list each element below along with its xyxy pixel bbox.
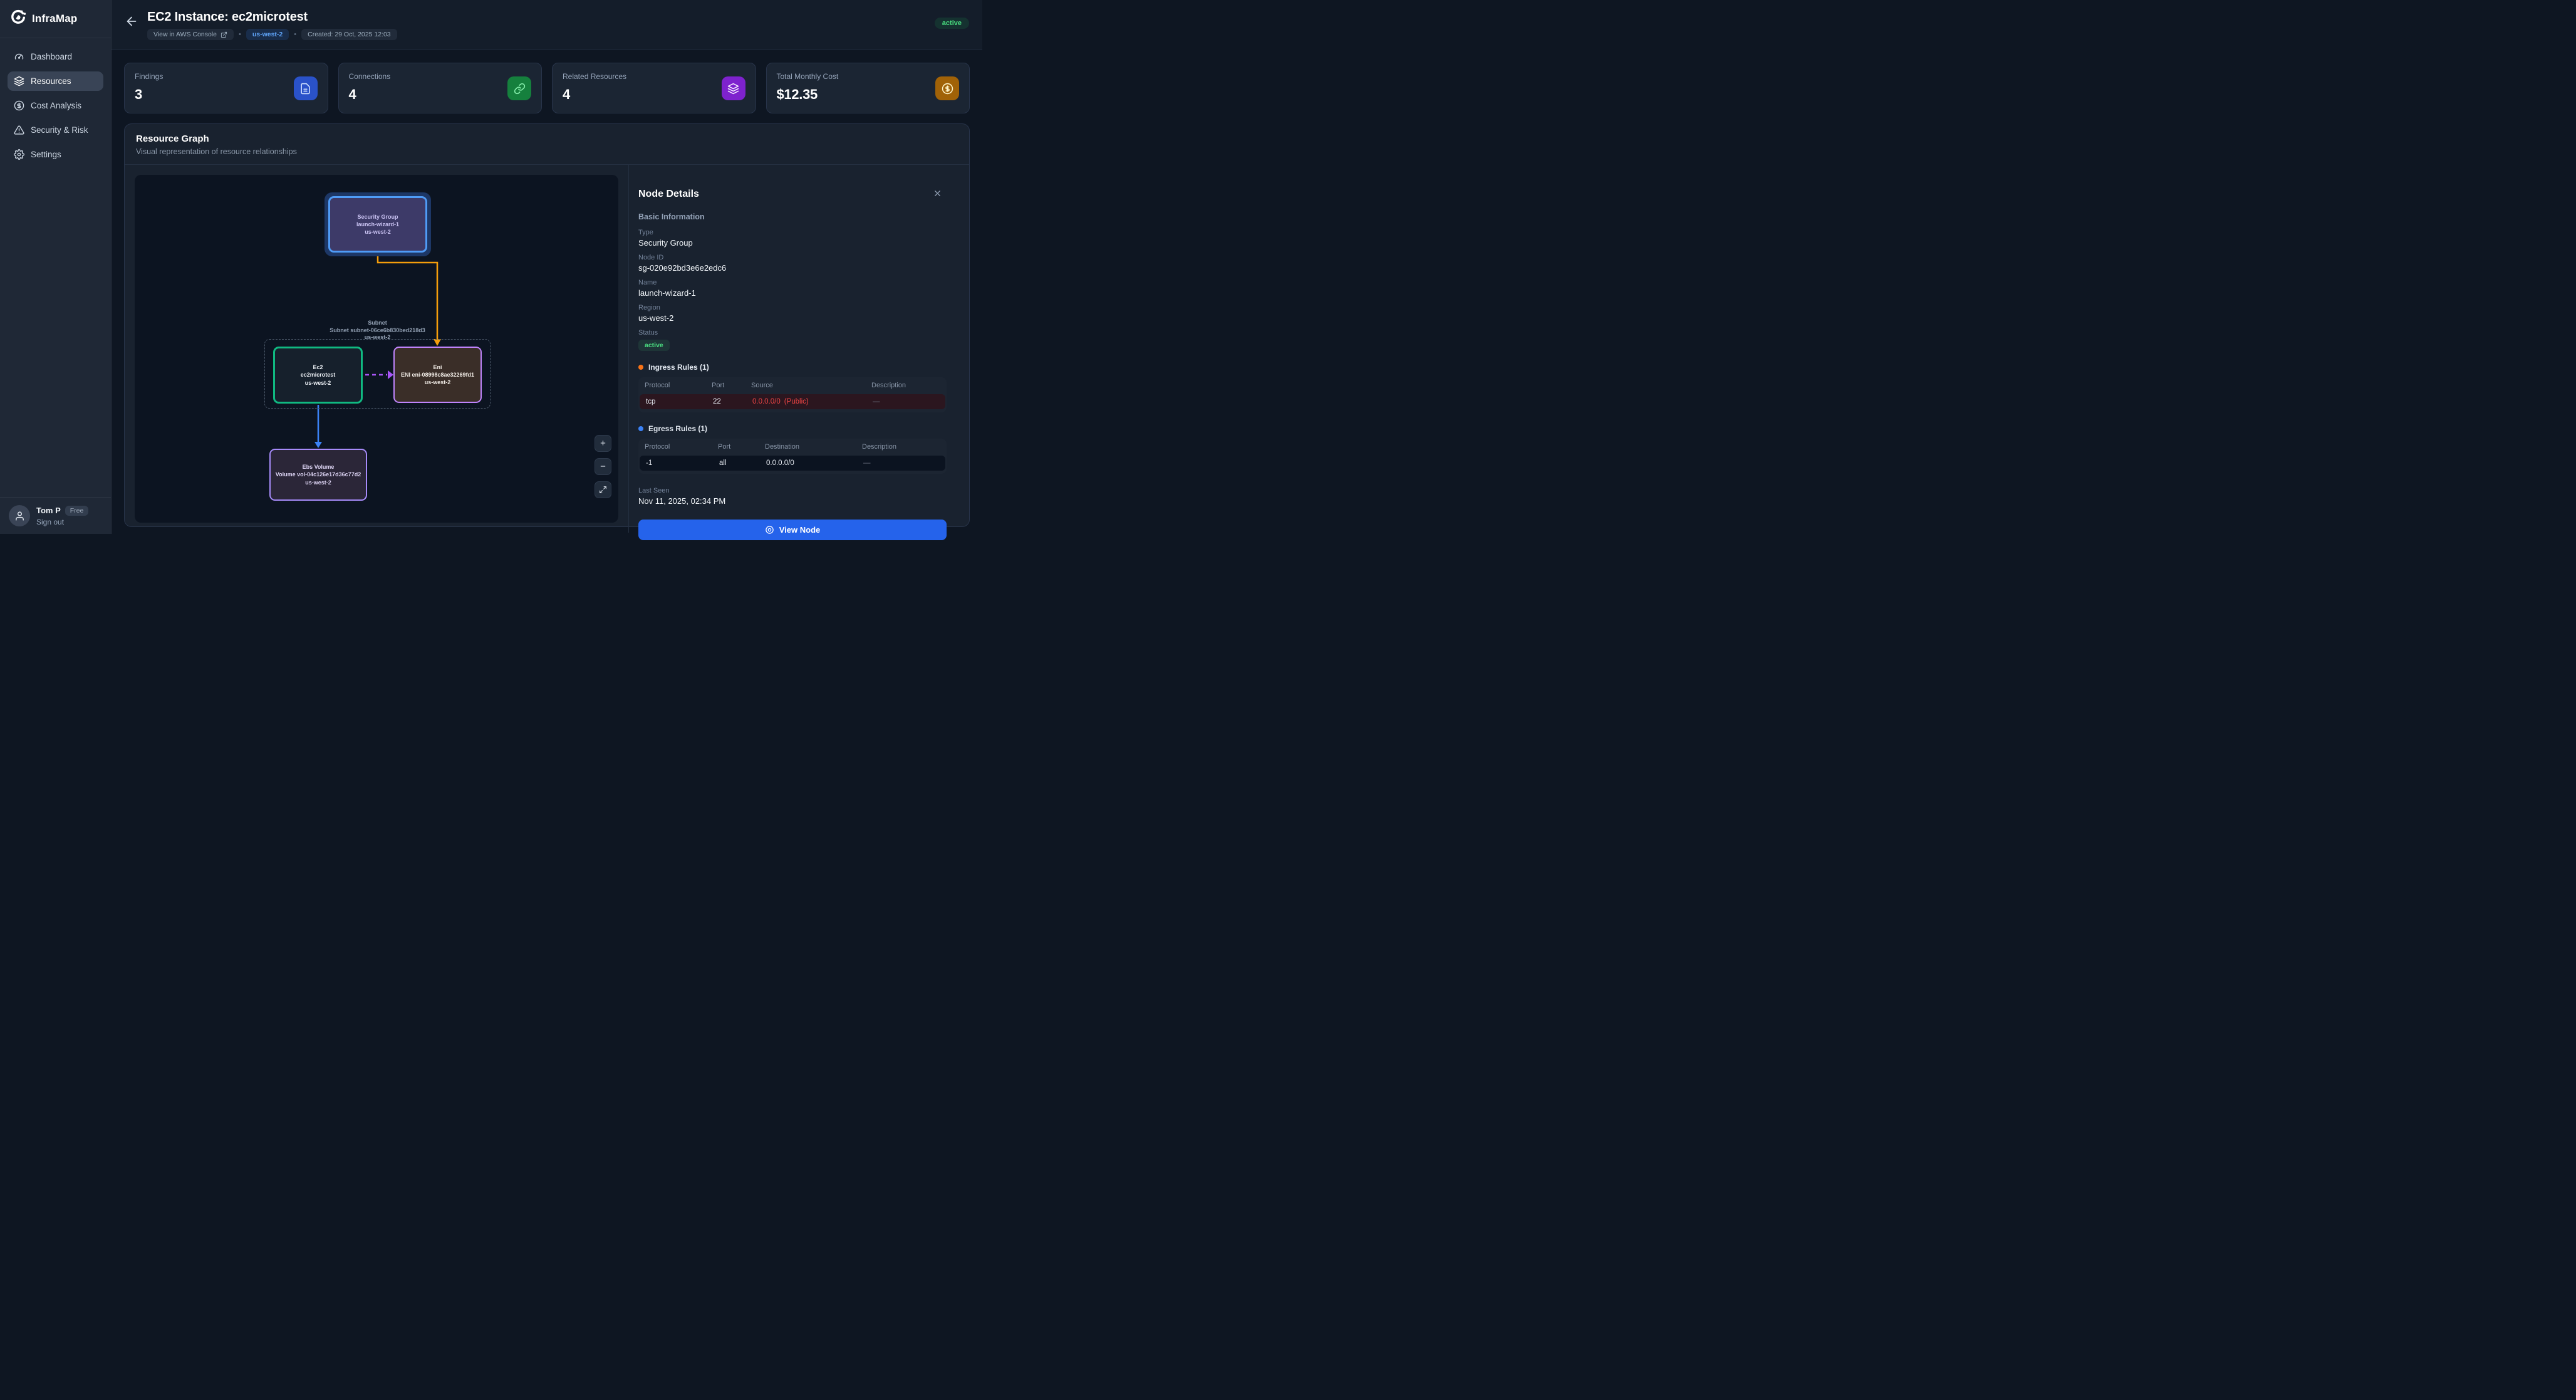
inframap-logo-icon (10, 9, 26, 29)
egress-rules-table: Protocol Port Destination Description -1… (638, 439, 947, 474)
sidebar-item-cost-analysis[interactable]: Cost Analysis (8, 96, 103, 115)
document-icon (294, 76, 318, 100)
arrow-left-icon (125, 14, 138, 28)
stat-value: 4 (563, 86, 745, 103)
dollar-icon (935, 76, 959, 100)
stat-value: $12.35 (777, 86, 960, 103)
sidebar: InfraMap Dashboard Resources Cost Analys… (0, 0, 112, 534)
stat-label: Related Resources (563, 72, 745, 81)
stat-value: 4 (349, 86, 532, 103)
table-row: tcp 22 0.0.0.0/0(Public) — (640, 394, 945, 409)
resource-graph-panel: Resource Graph Visual representation of … (124, 123, 970, 527)
sidebar-item-label: Dashboard (31, 52, 72, 61)
sidebar-nav: Dashboard Resources Cost Analysis Securi… (0, 38, 111, 497)
zoom-in-button[interactable]: + (595, 435, 611, 452)
stat-card-connections: Connections 4 (338, 63, 543, 113)
sign-out-link[interactable]: Sign out (36, 518, 88, 526)
view-in-aws-console-link[interactable]: View in AWS Console (147, 29, 234, 40)
sidebar-item-settings[interactable]: Settings (8, 145, 103, 164)
graph-node-ec2[interactable]: Ec2 ec2microtest us-west-2 (273, 347, 363, 404)
user-name: Tom P (36, 506, 61, 515)
close-icon[interactable] (933, 189, 943, 199)
sidebar-item-label: Cost Analysis (31, 101, 81, 110)
status-badge: active (638, 340, 670, 351)
user-icon (14, 511, 25, 521)
graph-node-security-group[interactable]: Security Group launch-wizard-1 us-west-2 (328, 196, 427, 253)
graph-subtitle: Visual representation of resource relati… (136, 147, 958, 156)
plan-badge: Free (65, 506, 89, 516)
graph-node-ebs-volume[interactable]: Ebs Volume Volume vol-04c126e17d36c77d2 … (269, 449, 367, 501)
sidebar-item-label: Settings (31, 150, 61, 159)
field-status: Status active (638, 329, 947, 351)
separator-dot: • (239, 31, 241, 38)
region-badge: us-west-2 (246, 29, 289, 40)
fullscreen-button[interactable] (595, 481, 611, 498)
stat-label: Connections (349, 72, 532, 81)
created-timestamp: Created: 29 Oct, 2025 12:03 (301, 29, 397, 40)
graph-canvas[interactable]: Security Group launch-wizard-1 us-west-2… (135, 175, 618, 523)
avatar (9, 505, 30, 526)
ingress-dot-icon (638, 365, 643, 370)
target-icon (765, 525, 774, 535)
field-type: Type Security Group (638, 229, 947, 248)
alert-triangle-icon (14, 125, 24, 135)
page-header: EC2 Instance: ec2microtest View in AWS C… (112, 0, 982, 50)
status-badge: active (935, 18, 969, 29)
dollar-circle-icon (14, 100, 24, 111)
graph-node-subnet-label: Subnet Subnet subnet-06ce6b830bed218d3 u… (264, 320, 491, 342)
layers-icon (14, 76, 24, 86)
field-last-seen: Last Seen Nov 11, 2025, 02:34 PM (638, 487, 947, 506)
field-region: Region us-west-2 (638, 304, 947, 323)
layers-icon (722, 76, 745, 100)
maximize-icon (599, 486, 607, 494)
stat-value: 3 (135, 86, 318, 103)
sidebar-item-resources[interactable]: Resources (8, 71, 103, 91)
back-button[interactable] (125, 14, 140, 29)
field-node-id: Node ID sg-020e92bd3e6e2edc6 (638, 254, 947, 273)
stat-card-findings: Findings 3 (124, 63, 328, 113)
table-row: -1 all 0.0.0.0/0 — (640, 456, 945, 471)
sidebar-item-label: Resources (31, 76, 71, 86)
graph-title: Resource Graph (136, 133, 958, 144)
basic-information-heading: Basic Information (638, 212, 947, 221)
separator-dot: • (294, 31, 296, 38)
stat-card-related-resources: Related Resources 4 (552, 63, 756, 113)
zoom-out-button[interactable]: − (595, 458, 611, 475)
page-title: EC2 Instance: ec2microtest (147, 10, 397, 24)
gauge-icon (14, 51, 24, 62)
external-link-icon (221, 31, 227, 38)
stats-row: Findings 3 Connections 4 Related Resourc… (124, 63, 970, 113)
ingress-rules-heading: Ingress Rules (1) (638, 363, 947, 372)
ingress-rules-table: Protocol Port Source Description tcp 22 … (638, 377, 947, 412)
stat-label: Findings (135, 72, 318, 81)
egress-rules-heading: Egress Rules (1) (638, 424, 947, 433)
stat-label: Total Monthly Cost (777, 72, 960, 81)
field-name: Name launch-wizard-1 (638, 279, 947, 298)
app-name: InfraMap (32, 13, 77, 25)
link-icon (507, 76, 531, 100)
sidebar-item-dashboard[interactable]: Dashboard (8, 47, 103, 66)
stat-card-total-monthly-cost: Total Monthly Cost $12.35 (766, 63, 970, 113)
gear-icon (14, 149, 24, 160)
sidebar-item-label: Security & Risk (31, 125, 88, 135)
view-node-button[interactable]: View Node (638, 520, 947, 540)
node-details-title: Node Details (638, 189, 947, 200)
egress-dot-icon (638, 426, 643, 431)
sidebar-item-security-risk[interactable]: Security & Risk (8, 120, 103, 140)
graph-node-eni[interactable]: Eni ENI eni-08998c8ae32269fd1 us-west-2 (393, 347, 482, 403)
zoom-controls: + − (595, 435, 611, 498)
node-details-panel: Node Details Basic Information Type Secu… (628, 165, 969, 533)
user-box: Tom P Free Sign out (0, 497, 111, 534)
app-logo[interactable]: InfraMap (0, 0, 111, 38)
